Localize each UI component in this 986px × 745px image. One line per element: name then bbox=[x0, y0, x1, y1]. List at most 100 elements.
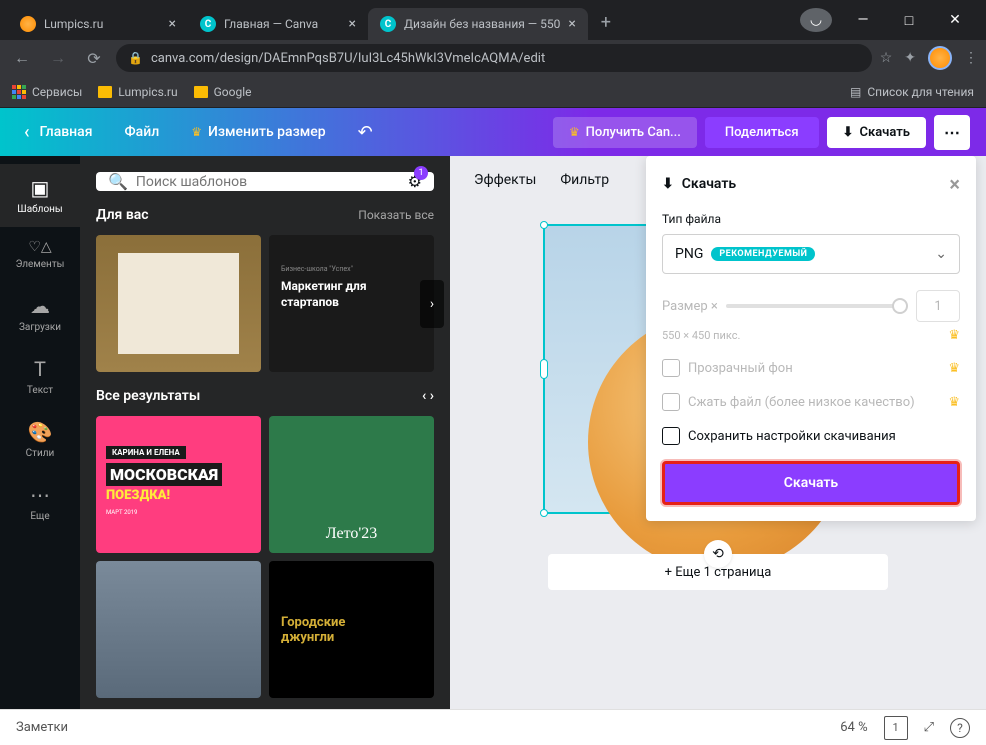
crown-icon: ♛ bbox=[191, 125, 202, 139]
tab-filter[interactable]: Фильтр bbox=[560, 172, 609, 188]
bookmark-google[interactable]: Google bbox=[194, 85, 252, 99]
resize-handle[interactable] bbox=[540, 359, 548, 379]
section-nav[interactable]: ‹ › bbox=[422, 388, 434, 404]
file-button[interactable]: Файл bbox=[117, 118, 168, 146]
option-label: Сохранить настройки скачивания bbox=[688, 429, 896, 444]
tab-title: Дизайн без названия — 550 bbox=[404, 17, 560, 31]
filetype-select[interactable]: PNG РЕКОМЕНДУЕМЫЙ ⌄ bbox=[662, 234, 960, 274]
tab-effects[interactable]: Эффекты bbox=[474, 172, 536, 188]
url-input[interactable]: 🔒 canva.com/design/DAEmnPqsB7U/IuI3Lc45h… bbox=[116, 44, 872, 72]
chevron-down-icon: ⌄ bbox=[935, 246, 947, 262]
sidebar-item-templates[interactable]: ▣Шаблоны bbox=[0, 164, 80, 227]
notes-button[interactable]: Заметки bbox=[16, 720, 68, 735]
folder-icon bbox=[98, 86, 112, 98]
checkbox[interactable] bbox=[662, 359, 680, 377]
templates-row-1: and all at once, summer collapsed into f… bbox=[96, 235, 450, 372]
browser-tab-2[interactable]: C Дизайн без названия — 550 × bbox=[368, 8, 588, 40]
reload-button[interactable]: ⟳ bbox=[80, 44, 108, 72]
download-button[interactable]: ⬇Скачать bbox=[827, 117, 926, 148]
favicon-canva: C bbox=[200, 16, 216, 32]
section-title: Все результаты bbox=[96, 388, 200, 404]
show-all-link[interactable]: Показать все bbox=[358, 208, 434, 222]
resize-handle[interactable] bbox=[540, 221, 548, 229]
section-title: Для вас bbox=[96, 207, 149, 223]
option-label: Прозрачный фон bbox=[688, 361, 793, 376]
share-button[interactable]: Поделиться bbox=[705, 117, 819, 148]
account-icon[interactable]: ◡ bbox=[800, 8, 832, 32]
more-button[interactable]: ⋯ bbox=[934, 115, 970, 150]
browser-tab-1[interactable]: C Главная — Canva × bbox=[188, 8, 368, 40]
close-icon[interactable]: × bbox=[349, 16, 356, 32]
lock-icon: 🔒 bbox=[128, 51, 143, 65]
search-box[interactable]: 🔍 ⚙1 bbox=[96, 172, 434, 191]
apps-button[interactable]: Сервисы bbox=[12, 85, 82, 99]
compress-option[interactable]: Сжать файл (более низкое качество) ♛ bbox=[662, 393, 960, 411]
bookmark-label: Lumpics.ru bbox=[118, 85, 177, 99]
resize-handle[interactable] bbox=[540, 509, 548, 517]
close-icon[interactable]: × bbox=[169, 16, 176, 32]
sync-icon[interactable]: ⟲ bbox=[704, 540, 732, 568]
undo-button[interactable]: ↶ bbox=[358, 122, 373, 143]
search-icon: 🔍 bbox=[108, 172, 128, 191]
slider-thumb[interactable] bbox=[892, 298, 908, 314]
dimensions-row: 550 × 450 пикс. ♛ bbox=[662, 328, 960, 343]
sidebar-item-styles[interactable]: 🎨Стили bbox=[0, 408, 80, 471]
window-controls: ◡ — □ ✕ bbox=[800, 4, 978, 36]
reading-list-label: Список для чтения bbox=[867, 85, 974, 99]
download-confirm-button[interactable]: Скачать bbox=[662, 461, 960, 505]
palette-icon: 🎨 bbox=[28, 420, 53, 444]
maximize-button[interactable]: □ bbox=[886, 4, 932, 36]
sidebar-item-uploads[interactable]: ☁Загрузки bbox=[0, 282, 80, 345]
forward-button[interactable]: → bbox=[44, 44, 72, 72]
size-slider[interactable] bbox=[726, 304, 908, 308]
templates-row-2: КАРИНА И ЕЛЕНА МОСКОВСКАЯ ПОЕЗДКА! МАРТ … bbox=[96, 416, 450, 553]
extensions-icon[interactable]: ✦ bbox=[904, 50, 916, 66]
close-icon[interactable]: × bbox=[949, 172, 960, 196]
section-all-results: Все результаты ‹ › bbox=[96, 388, 434, 404]
add-page-button[interactable]: ⟲ + Еще 1 страница bbox=[548, 554, 888, 590]
template-thumb[interactable]: Городские джунгли bbox=[269, 561, 434, 698]
size-value[interactable]: 1 bbox=[916, 290, 960, 322]
close-icon[interactable]: × bbox=[568, 16, 575, 32]
save-settings-option[interactable]: Сохранить настройки скачивания bbox=[662, 427, 960, 445]
help-icon[interactable]: ? bbox=[950, 718, 970, 738]
sidebar-item-elements[interactable]: ♡△Элементы bbox=[0, 227, 80, 282]
reading-list-button[interactable]: ▤ Список для чтения bbox=[850, 85, 974, 99]
new-tab-button[interactable]: + bbox=[592, 8, 620, 36]
profile-avatar[interactable] bbox=[928, 46, 952, 70]
cloud-icon: ☁ bbox=[30, 294, 50, 318]
elements-icon: ♡△ bbox=[28, 239, 51, 255]
filetype-value: PNG bbox=[675, 246, 703, 262]
transparent-option[interactable]: Прозрачный фон ♛ bbox=[662, 359, 960, 377]
scroll-right-button[interactable]: › bbox=[420, 280, 444, 328]
pro-button[interactable]: ♛Получить Can... bbox=[553, 117, 697, 148]
bookmark-lumpics[interactable]: Lumpics.ru bbox=[98, 85, 177, 99]
folder-icon bbox=[194, 86, 208, 98]
template-thumb[interactable]: КАРИНА И ЕЛЕНА МОСКОВСКАЯ ПОЕЗДКА! МАРТ … bbox=[96, 416, 261, 553]
browser-tab-0[interactable]: Lumpics.ru × bbox=[8, 8, 188, 40]
back-button[interactable]: ← bbox=[8, 44, 36, 72]
checkbox[interactable] bbox=[662, 427, 680, 445]
more-icon: ⋯ bbox=[30, 483, 50, 507]
resize-button[interactable]: ♛Изменить размер bbox=[183, 118, 333, 146]
canvas-area: Эффекты Фильтр ⟲ + Еще 1 страница ⬇ bbox=[450, 156, 986, 709]
menu-icon[interactable]: ⋮ bbox=[964, 50, 978, 66]
zoom-level[interactable]: 64 % bbox=[840, 720, 867, 735]
fullscreen-icon[interactable]: ⤢ bbox=[924, 720, 934, 735]
template-thumb[interactable]: and all at once, summer collapsed into f… bbox=[96, 235, 261, 372]
page-indicator[interactable]: 1 bbox=[884, 716, 908, 740]
home-button[interactable]: Главная bbox=[16, 116, 101, 149]
search-input[interactable] bbox=[136, 174, 400, 190]
templates-panel: 🔍 ⚙1 Для вас Показать все and all at onc… bbox=[80, 156, 450, 709]
template-thumb[interactable]: Бизнес-школа "Успех" Маркетинг для старт… bbox=[269, 235, 434, 372]
minimize-button[interactable]: — bbox=[840, 4, 886, 36]
sidebar-item-more[interactable]: ⋯Еще bbox=[0, 471, 80, 534]
template-thumb[interactable] bbox=[96, 561, 261, 698]
bookmarks-bar: Сервисы Lumpics.ru Google ▤ Список для ч… bbox=[0, 76, 986, 108]
checkbox[interactable] bbox=[662, 393, 680, 411]
sidebar-item-text[interactable]: TТекст bbox=[0, 345, 80, 408]
close-window-button[interactable]: ✕ bbox=[932, 4, 978, 36]
template-thumb[interactable]: Лето'23 bbox=[269, 416, 434, 553]
star-icon[interactable]: ☆ bbox=[880, 50, 893, 66]
filter-icon[interactable]: ⚙1 bbox=[408, 172, 422, 191]
